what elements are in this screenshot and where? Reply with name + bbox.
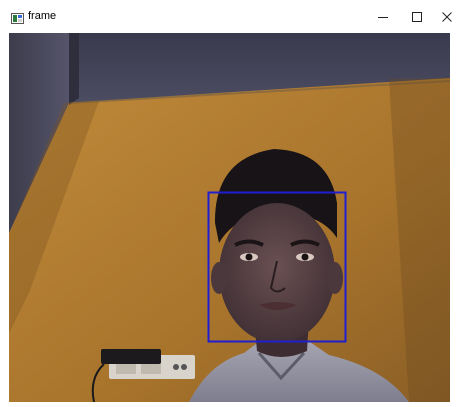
app-window: frame bbox=[0, 0, 459, 407]
maximize-icon bbox=[412, 11, 422, 22]
minimize-icon bbox=[378, 16, 388, 18]
opencv-window-icon bbox=[11, 11, 24, 24]
webcam-image bbox=[9, 33, 450, 402]
window-title: frame bbox=[28, 10, 57, 22]
minimize-button[interactable] bbox=[366, 0, 400, 33]
maximize-button[interactable] bbox=[400, 0, 434, 33]
close-icon bbox=[442, 11, 452, 22]
close-button[interactable] bbox=[430, 0, 459, 33]
webcam-frame bbox=[9, 33, 450, 402]
title-bar[interactable]: frame bbox=[0, 0, 459, 33]
